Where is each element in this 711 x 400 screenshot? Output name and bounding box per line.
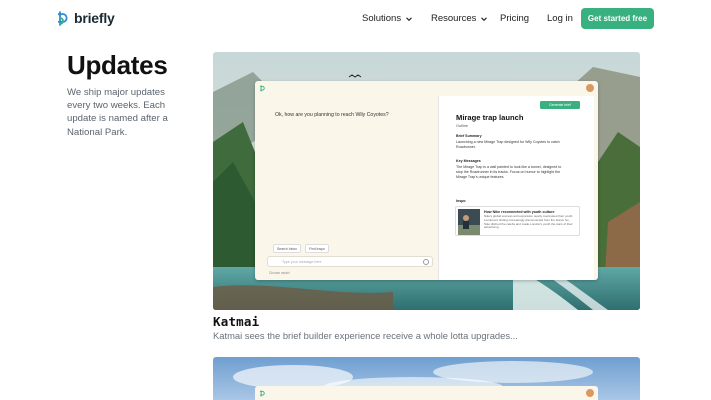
generate-brief-button: Generate brief — [540, 101, 580, 109]
section-body: The Mirage Trap is a wall painted to loo… — [456, 165, 562, 180]
nav-pricing[interactable]: Pricing — [500, 13, 529, 24]
briefly-logo-icon — [58, 10, 68, 26]
section-heading: Inspo — [456, 199, 466, 203]
nav-resources-label: Resources — [431, 13, 477, 24]
chat-input-placeholder: Type your message here — [282, 260, 322, 264]
chat-chips: Search Inbox Find Inspo — [273, 244, 329, 253]
section-body: Launching a new Mirage Trap designed for… — [456, 140, 560, 150]
nav-solutions-label: Solutions — [362, 13, 402, 24]
inspo-card: How Nike reconnected with youth culture … — [455, 206, 580, 236]
chevron-down-icon — [406, 16, 412, 21]
top-nav: briefly Solutions Resources Pricing Log … — [0, 0, 711, 38]
chevron-down-icon — [481, 16, 488, 21]
brand-logo[interactable]: briefly — [58, 10, 115, 26]
send-icon — [423, 259, 429, 265]
nav-pricing-label: Pricing — [500, 13, 530, 24]
briefly-logo-icon — [260, 85, 265, 92]
post-card-image[interactable] — [213, 357, 640, 400]
avatar — [586, 84, 594, 92]
briefly-logo-icon — [260, 390, 265, 397]
brief-title: Mirage trap launch — [456, 113, 524, 122]
brand-name: briefly — [74, 10, 115, 26]
search-inbox-chip: Search Inbox — [273, 244, 301, 253]
nav-login[interactable]: Log in — [547, 13, 573, 24]
find-inspo-chip: Find Inspo — [304, 244, 329, 253]
brief-subtitle: Outline — [456, 124, 469, 128]
nav-solutions[interactable]: Solutions — [362, 13, 413, 24]
post-card-image[interactable]: Ok, how are you planning to reach Wily C… — [213, 52, 640, 310]
app-mockup: Ok, how are you planning to reach Wily C… — [255, 81, 598, 280]
chat-input: Type your message here — [267, 256, 433, 267]
section-heading: Brief Summary — [456, 134, 482, 138]
inspo-body: Nike's global success and expansion near… — [484, 214, 574, 230]
nav-resources[interactable]: Resources — [431, 13, 488, 24]
post-title[interactable]: Katmai — [213, 314, 259, 329]
page-title: Updates — [67, 50, 168, 80]
post-description: Katmai sees the brief builder experience… — [213, 330, 518, 341]
model-selector: Choose model — [269, 271, 290, 275]
nav-login-label: Log in — [547, 13, 573, 24]
avatar — [586, 389, 594, 397]
chat-question: Ok, how are you planning to reach Wily C… — [275, 112, 389, 118]
page-intro: We ship major updates every two weeks. E… — [67, 87, 168, 138]
section-heading: Key Messages — [456, 159, 481, 163]
inspo-thumbnail — [458, 209, 480, 235]
brief-panel: Generate brief Mirage trap launch Outlin… — [438, 96, 594, 280]
get-started-button[interactable]: Get started free — [581, 8, 654, 29]
app-mockup — [255, 386, 598, 400]
